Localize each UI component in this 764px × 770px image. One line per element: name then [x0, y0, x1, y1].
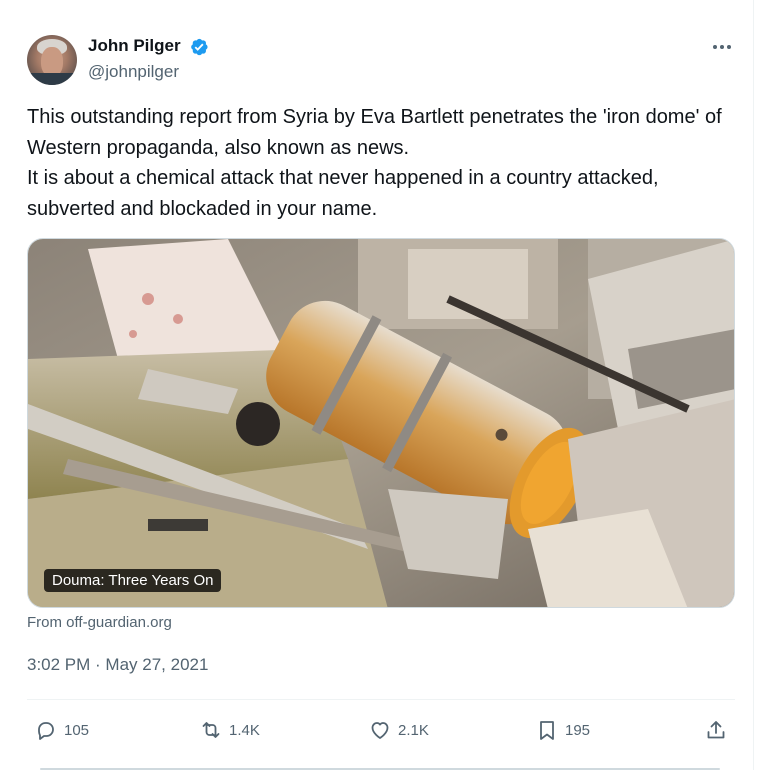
- more-icon[interactable]: [709, 36, 735, 58]
- repost-icon: [202, 722, 220, 738]
- like-count: 2.1K: [398, 721, 429, 739]
- action-bar: 105 1.4K 2.1K 195: [27, 712, 737, 748]
- tweet-text: This outstanding report from Syria by Ev…: [27, 102, 737, 224]
- author-name[interactable]: John Pilger: [88, 36, 181, 56]
- divider: [27, 699, 735, 700]
- avatar[interactable]: [27, 35, 77, 85]
- share-button[interactable]: [704, 712, 728, 748]
- author-handle[interactable]: @johnpilger: [88, 62, 179, 82]
- repost-count: 1.4K: [229, 721, 260, 739]
- media-label: Douma: Three Years On: [44, 569, 222, 592]
- bookmark-icon: [540, 721, 554, 740]
- share-icon: [707, 721, 725, 739]
- bookmark-button[interactable]: 195: [535, 712, 590, 748]
- reply-count: 105: [64, 721, 90, 739]
- link-source[interactable]: From off-guardian.org: [27, 614, 172, 631]
- heart-icon: [371, 722, 389, 739]
- tweet-text-line: It is about a chemical attack that never…: [27, 167, 659, 220]
- bookmark-count: 195: [565, 721, 591, 739]
- rubble-canister-image: [28, 239, 734, 607]
- tweet-text-line: This outstanding report from Syria by Ev…: [27, 106, 722, 159]
- repost-button[interactable]: 1.4K: [199, 712, 260, 748]
- verified-badge-icon: [191, 38, 208, 56]
- reply-icon: [38, 722, 54, 740]
- like-button[interactable]: 2.1K: [368, 712, 429, 748]
- tweet-card: John Pilger @johnpilger This outstanding…: [0, 0, 754, 770]
- reply-button[interactable]: 105: [34, 712, 89, 748]
- media-card[interactable]: Douma: Three Years On: [27, 238, 735, 608]
- timestamp[interactable]: 3:02 PM · May 27, 2021: [27, 655, 208, 675]
